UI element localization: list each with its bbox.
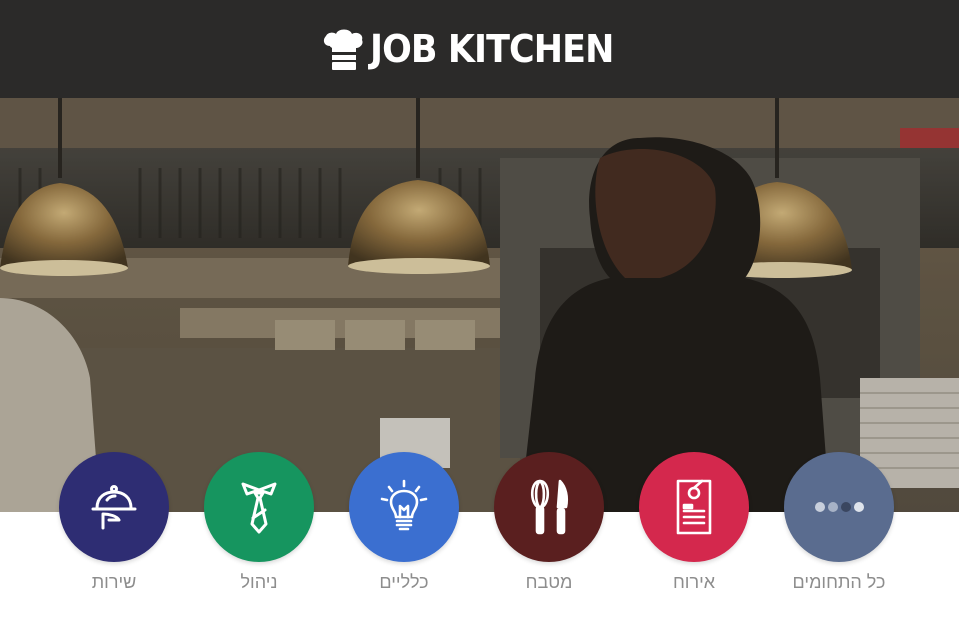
category-all-label: כל התחומים: [792, 572, 886, 592]
category-management-circle[interactable]: [204, 452, 314, 562]
category-service-label: שירות: [91, 572, 137, 592]
category-management-label: ניהול: [240, 572, 278, 592]
category-hosting-label: אירוח: [672, 572, 716, 592]
cloche-icon: [91, 485, 137, 530]
category-service-circle[interactable]: [59, 452, 169, 562]
lightbulb-icon: [380, 479, 428, 531]
category-hosting[interactable]: אירוח: [629, 452, 759, 602]
dots-icon: [815, 502, 864, 512]
category-list: שירות ניהול כלליים מטבח אירוח כל התחומים: [0, 452, 959, 636]
category-general[interactable]: כלליים: [339, 452, 469, 602]
category-all-circle[interactable]: [784, 452, 894, 562]
site-header: JOB KITCHEN: [0, 0, 959, 98]
category-general-circle[interactable]: [349, 452, 459, 562]
category-general-label: כלליים: [379, 572, 429, 592]
category-kitchen-circle[interactable]: [494, 452, 604, 562]
hero-image: [0, 98, 959, 512]
door-hanger-icon: [676, 479, 712, 535]
site-logo[interactable]: JOB KITCHEN: [322, 24, 635, 74]
logo-text: JOB KITCHEN: [370, 27, 614, 71]
chef-hat-icon: [323, 29, 363, 70]
whisk-knife-icon: [530, 479, 569, 535]
category-kitchen[interactable]: מטבח: [484, 452, 614, 602]
tie-icon: [241, 482, 277, 534]
category-hosting-circle[interactable]: [639, 452, 749, 562]
category-service[interactable]: שירות: [49, 452, 179, 602]
category-all[interactable]: כל התחומים: [774, 452, 904, 602]
category-management[interactable]: ניהול: [194, 452, 324, 602]
category-kitchen-label: מטבח: [525, 572, 573, 592]
